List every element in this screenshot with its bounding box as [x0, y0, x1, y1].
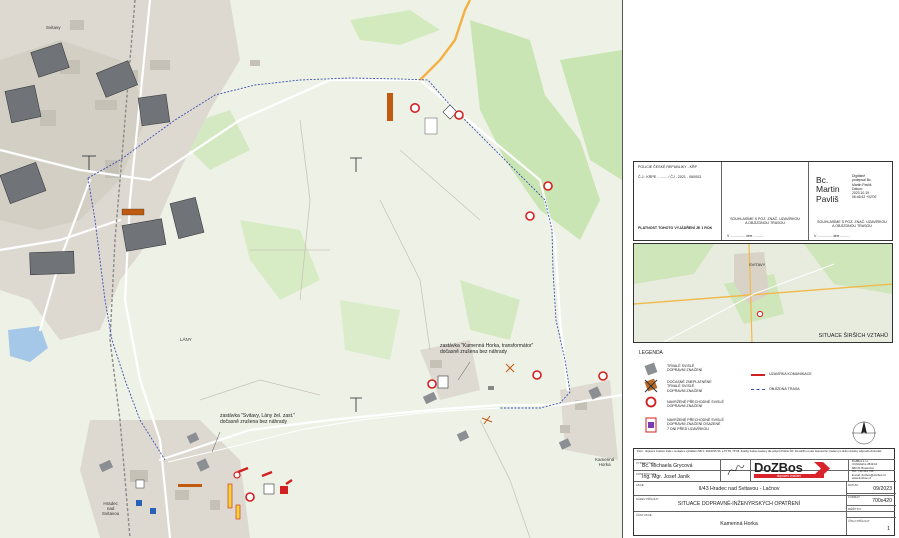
drawing: SITUACE DOPRAVNĚ-INŽENÝRSKÝCH OPATŘENÍ	[677, 501, 801, 507]
legend-closure: UZAVÍRKA KOMUNIKACE	[769, 372, 812, 376]
agreement1: SOUHLASÍME S POZ. ZNAČ. UZAVÍRKOU A OBJÍ…	[730, 217, 800, 226]
stop1-label: zastávka "Svitavy, Lány žel. zast." doča…	[220, 413, 296, 425]
legend-item-3: NAVRŽENÉ PŘECHODNÉ SVISLÉ DOPRAVNÍ ZNAČE…	[667, 400, 724, 409]
company-logo: DoZBos dopravní značení	[754, 461, 830, 479]
validity: PLATNOST TOHOTO VYJÁDŘENÍ JE 1 ROK	[638, 226, 713, 230]
map-canvas	[0, 0, 622, 538]
company-sub: dopravní značení	[754, 474, 824, 478]
author: Bc. Michaela Grycová	[642, 463, 693, 469]
legend-item-2: DOČASNĚ ZNEPLATNĚNÉ TRVALÉ SVISLÉ DOPRAV…	[667, 380, 712, 393]
cj-line: Č.J.: KRPE - ........ / ČJ - 2021 - 0600…	[638, 175, 702, 179]
place-lany: LÁNY	[180, 337, 192, 342]
company-name: DoZBos	[754, 460, 803, 475]
side-panel: POLICIE ČESKÉ REPUBLIKY - KŘP Č.J.: KRPE…	[622, 0, 899, 538]
signature-name: Bc. Martin Pavliš	[816, 175, 840, 204]
project: II/43 Hradec nad Svitavou - Lačnov	[698, 486, 780, 492]
number-cell: ČÍSLO PŘÍLOHY: 1	[846, 517, 896, 536]
title-block: Pozn.: dopravní značení bude v souladu s…	[633, 448, 896, 536]
company-address: DoZBos s.r.o. Vrchlického 2841/12 680 01…	[852, 459, 886, 481]
legend-item-4: NAVRŽENÉ PŘECHODNÉ SVISLÉ DOPRAVNÍ ZNAČE…	[667, 418, 724, 431]
signature-text: Digitálně podepsal Bc. Martin Pavliš Dat…	[852, 174, 877, 200]
format: 700x420	[872, 498, 892, 504]
approval-block: POLICIE ČESKÉ REPUBLIKY - KŘP Č.J.: KRPE…	[633, 161, 893, 241]
number: 1	[887, 526, 890, 532]
legend-title: LEGENDA	[639, 350, 663, 356]
date-line-1: V ............... dne ..........	[727, 234, 764, 238]
date-line-2: V ............... dne ..........	[814, 234, 851, 238]
legend-symbols	[644, 362, 658, 433]
legend-detour: OBJÍZDNÁ TRASA	[769, 387, 800, 391]
detour-swatch	[751, 389, 765, 390]
closure-swatch	[751, 374, 765, 376]
legend-item-1: TRVALÉ SVISLÉ DOPRAVNÍ ZNAČENÍ	[667, 364, 703, 373]
place-kamenna: Kamenná Horka	[595, 457, 615, 467]
map-area[interactable]: zastávka "Svitavy, Lány žel. zast." doča…	[0, 0, 622, 538]
signature-scribble	[727, 464, 745, 476]
overview-map[interactable]: SVITAVY SITUACE ŠIRŠÍCH VZTAHŮ	[633, 243, 893, 343]
place-hradec: Hradec nad Svitavou	[102, 501, 120, 516]
checker: Ing. Mgr. Josef Janík	[642, 474, 690, 480]
signature-cell: Bc. Martin Pavliš Digitálně podepsal Bc.…	[808, 162, 894, 240]
place-svitavy: Svitavy	[46, 25, 61, 30]
agreement1-cell: SOUHLASÍME S POZ. ZNAČ. UZAVÍRKOU A OBJÍ…	[721, 162, 809, 240]
police-cell: POLICIE ČESKÉ REPUBLIKY - KŘP Č.J.: KRPE…	[634, 162, 722, 240]
stop2-label: zastávka "Kamenná Horka, transformátor" …	[440, 343, 534, 355]
agreement2: SOUHLASÍME S POZ. ZNAČ. UZAVÍRKOU A OBJÍ…	[817, 220, 887, 229]
north-arrow-icon	[852, 421, 876, 445]
overview-town: SVITAVY	[749, 262, 766, 267]
overview-canvas	[634, 244, 892, 342]
date: 09/2023	[873, 486, 892, 492]
police-header: POLICIE ČESKÉ REPUBLIKY - KŘP	[638, 165, 698, 169]
overview-title: SITUACE ŠIRŠÍCH VZTAHŮ	[818, 333, 888, 339]
note: Pozn.: dopravní značení bude v souladu s…	[637, 450, 882, 453]
part: Kamenná Horka	[720, 521, 758, 527]
